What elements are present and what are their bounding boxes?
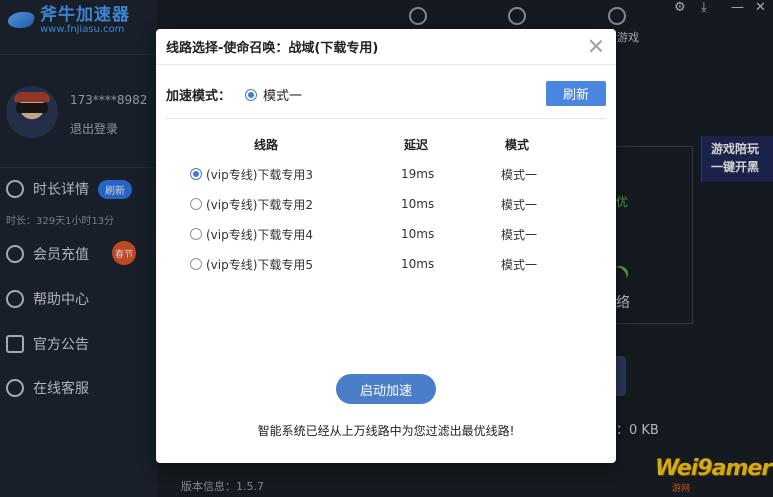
route-radio[interactable] <box>190 168 202 180</box>
route-select-dialog: 线路选择-使命召唤：战域(下载专用) 加速模式： 模式一 刷新 线路 延迟 模式… <box>156 29 616 463</box>
column-header-latency: 延迟 <box>404 138 429 152</box>
mode-radio[interactable] <box>245 88 258 101</box>
route-row[interactable]: (vip专线)下载专用2 10ms 模式一 <box>156 194 616 214</box>
route-name: (vip专线)下载专用3 <box>206 167 314 182</box>
start-acceleration-button[interactable]: 启动加速 <box>336 374 436 404</box>
route-mode: 模式一 <box>501 167 538 182</box>
mode-option-label[interactable]: 模式一 <box>263 85 302 104</box>
route-latency: 10ms <box>401 257 435 271</box>
column-header-mode: 模式 <box>505 138 530 152</box>
footer-note: 智能系统已经从上万线路中为您过滤出最优线路! <box>257 424 515 438</box>
route-name: (vip专线)下载专用5 <box>206 257 314 272</box>
route-latency: 19ms <box>401 167 435 181</box>
divider <box>166 118 606 119</box>
route-mode: 模式一 <box>501 257 538 272</box>
route-row[interactable]: (vip专线)下载专用3 19ms 模式一 <box>156 164 616 184</box>
dialog-header: 线路选择-使命召唤：战域(下载专用) <box>156 29 616 65</box>
route-mode: 模式一 <box>501 197 538 212</box>
route-row[interactable]: (vip专线)下载专用5 10ms 模式一 <box>156 254 616 274</box>
route-radio[interactable] <box>190 228 202 240</box>
route-latency: 10ms <box>401 197 435 211</box>
route-latency: 10ms <box>401 227 435 241</box>
dialog-title: 线路选择-使命召唤：战域(下载专用) <box>166 41 379 56</box>
route-radio[interactable] <box>190 198 202 210</box>
route-radio[interactable] <box>190 258 202 270</box>
column-header-route: 线路 <box>254 138 279 152</box>
route-row[interactable]: (vip专线)下载专用4 10ms 模式一 <box>156 224 616 244</box>
mode-selector: 加速模式： 模式一 <box>166 85 302 104</box>
route-name: (vip专线)下载专用2 <box>206 197 314 212</box>
route-mode: 模式一 <box>501 227 538 242</box>
mode-label: 加速模式： <box>166 89 232 104</box>
refresh-button[interactable]: 刷新 <box>546 81 606 106</box>
route-name: (vip专线)下载专用4 <box>206 227 314 242</box>
close-icon[interactable] <box>588 38 604 54</box>
